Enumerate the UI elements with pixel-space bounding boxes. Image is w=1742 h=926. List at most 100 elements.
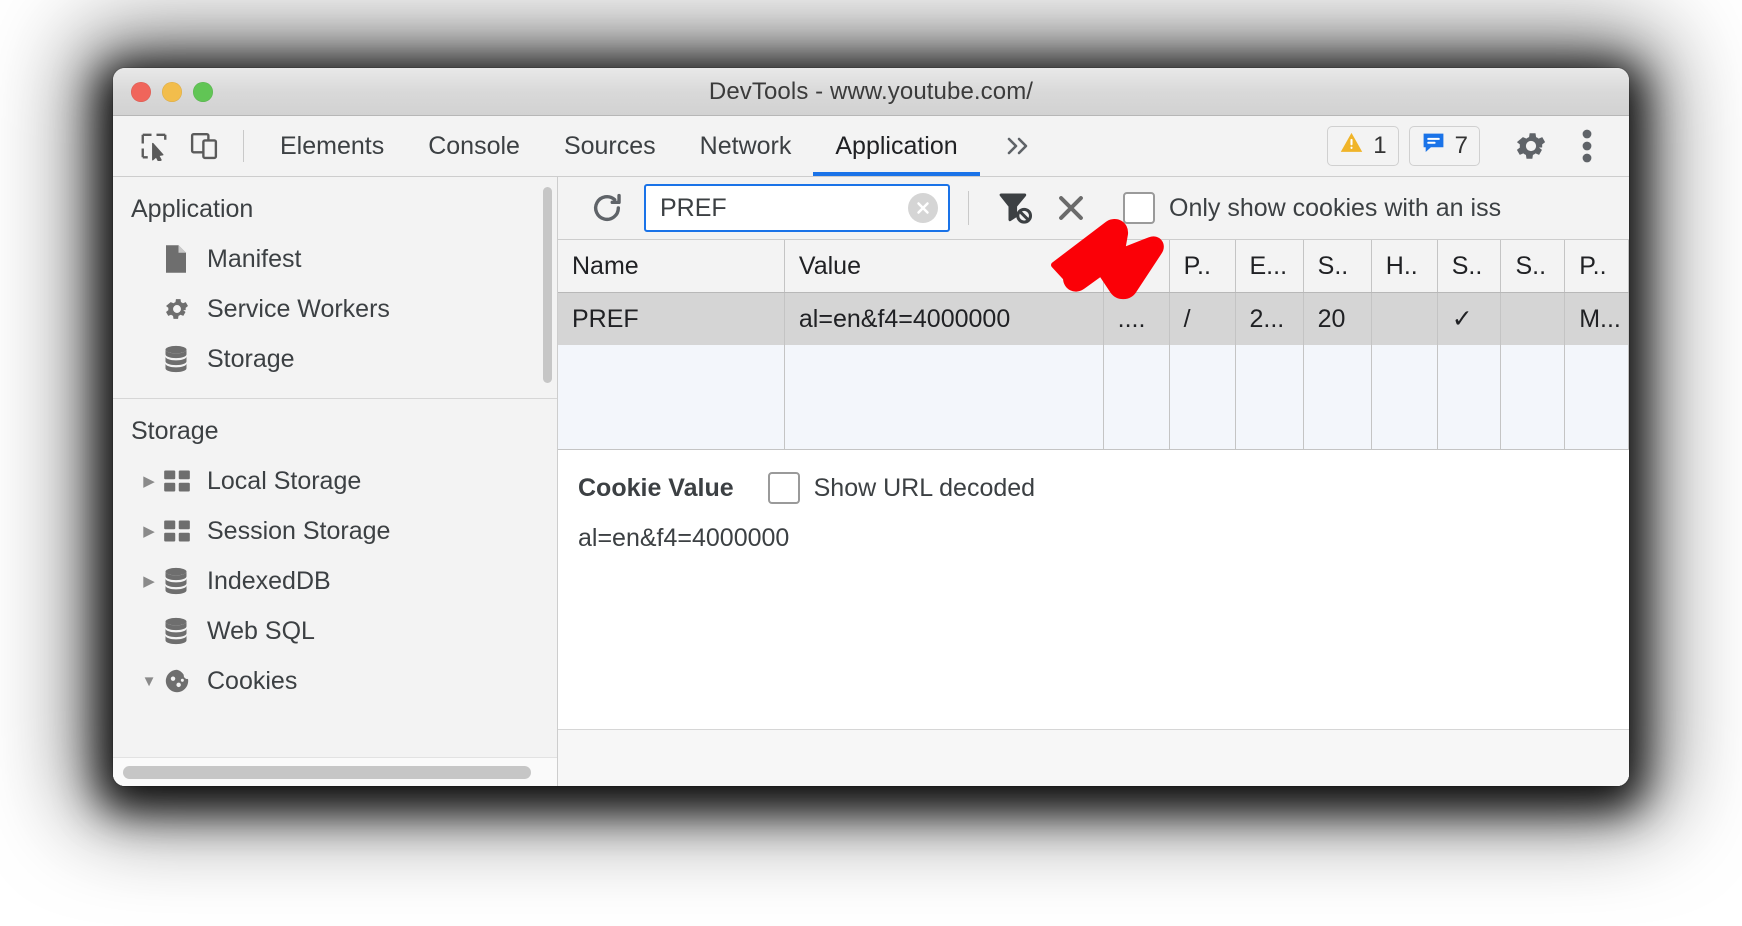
sidebar-item-service-workers[interactable]: ▶ Service Workers: [113, 284, 557, 334]
cell-secure: ✓: [1437, 292, 1502, 345]
expand-triangle-icon[interactable]: ▶: [135, 472, 163, 490]
sidebar-horizontal-scrollbar[interactable]: [123, 766, 531, 779]
sidebar-item-label: Web SQL: [207, 616, 315, 645]
sidebar-item-local-storage[interactable]: ▶ Local Storage: [113, 456, 557, 506]
sidebar-item-web-sql[interactable]: ▶ Web SQL: [113, 606, 557, 656]
sidebar-item-label: Cookies: [207, 666, 298, 695]
sidebar-item-cookies[interactable]: ▼ Cookies: [113, 656, 557, 706]
column-header-expires[interactable]: E...: [1235, 240, 1304, 293]
cookie-preview-pane: Cookie Value Show URL decoded al=en&f4=4…: [558, 450, 1629, 729]
column-header-priority[interactable]: P..: [1564, 240, 1629, 293]
sidebar-item-label: Service Workers: [207, 294, 390, 323]
sidebar-item-manifest[interactable]: ▶ Manifest: [113, 234, 557, 284]
window-title: DevTools - www.youtube.com/: [708, 77, 1034, 105]
search-input[interactable]: PREF: [644, 184, 950, 232]
table-header-row: Name Value D.. P.. E... S.. H.. S.. S.. …: [558, 240, 1629, 293]
checkbox-label: Show URL decoded: [813, 473, 1036, 502]
sidebar-section-title: Application: [131, 195, 254, 223]
table-grid-icon: [163, 519, 201, 543]
document-icon: [163, 244, 201, 274]
tab-elements[interactable]: Elements: [258, 116, 406, 176]
tab-application[interactable]: Application: [813, 116, 980, 176]
zoom-window-button[interactable]: [193, 81, 213, 102]
title-bar: DevTools - www.youtube.com/: [113, 68, 1629, 116]
column-header-httponly[interactable]: H..: [1371, 240, 1438, 293]
message-count: 7: [1454, 132, 1468, 159]
database-icon: [163, 567, 201, 595]
cell-samesite: [1500, 292, 1566, 345]
message-bubble-icon: [1421, 130, 1446, 162]
filter-divider: [968, 191, 969, 225]
cell-size: 20: [1303, 292, 1372, 345]
cell-name: PREF: [558, 292, 785, 345]
cell-httponly: [1371, 292, 1438, 345]
chevron-double-right-icon[interactable]: [980, 116, 1056, 176]
tab-network[interactable]: Network: [678, 116, 814, 176]
database-icon: [163, 345, 201, 373]
refresh-icon[interactable]: [580, 191, 634, 225]
cookies-filter-toolbar: PREF Only show cookies with an iss: [558, 177, 1629, 240]
panel-tabs: Elements Console Sources Network Applica…: [258, 116, 980, 176]
warning-count: 1: [1373, 132, 1387, 159]
minimize-window-button[interactable]: [162, 81, 182, 102]
traffic-light-buttons[interactable]: [131, 81, 213, 102]
search-input-value: PREF: [660, 193, 727, 222]
table-row[interactable]: PREF al=en&f4=4000000 .... / 2... 20 ✓ M…: [558, 292, 1629, 345]
application-sidebar: Application ▶ Manifest ▶: [113, 177, 558, 786]
checkbox-box[interactable]: [1123, 192, 1155, 224]
device-toolbar-icon[interactable]: [179, 116, 229, 176]
cookies-table: Name Value D.. P.. E... S.. H.. S.. S.. …: [558, 240, 1629, 450]
column-header-value[interactable]: Value: [784, 240, 1104, 293]
sidebar-item-indexeddb[interactable]: ▶ IndexedDB: [113, 556, 557, 606]
sidebar-section-application: Application ▶ Manifest ▶: [113, 177, 557, 384]
messages-badge[interactable]: 7: [1408, 126, 1480, 166]
table-row-empty: [558, 397, 1629, 449]
clear-filter-funnel-icon[interactable]: [987, 190, 1043, 226]
expand-triangle-icon[interactable]: ▶: [135, 572, 163, 590]
toolbar-right-group: 1 7: [1327, 116, 1629, 176]
checkbox-box[interactable]: [767, 472, 800, 504]
sidebar-section-title: Storage: [131, 417, 219, 445]
column-header-path[interactable]: P..: [1169, 240, 1236, 293]
cell-priority: M...: [1564, 292, 1629, 345]
collapse-triangle-icon[interactable]: ▼: [135, 673, 163, 690]
sidebar-item-label: Local Storage: [207, 466, 362, 495]
column-header-secure[interactable]: S..: [1437, 240, 1502, 293]
tab-label: Network: [699, 131, 792, 160]
clear-all-x-icon[interactable]: [1043, 191, 1099, 225]
column-header-size[interactable]: S..: [1303, 240, 1372, 293]
warnings-badge[interactable]: 1: [1327, 126, 1399, 166]
sidebar-item-storage[interactable]: ▶ Storage: [113, 334, 557, 384]
screenshot-root: DevTools - www.youtube.com/ Elements Con…: [0, 0, 1742, 926]
cookies-panel: PREF Only show cookies with an iss Name …: [558, 177, 1629, 786]
show-url-decoded-checkbox[interactable]: Show URL decoded: [767, 472, 1036, 504]
cookie-value-title: Cookie Value: [578, 473, 734, 502]
kebab-menu-icon[interactable]: [1559, 127, 1615, 165]
close-window-button[interactable]: [131, 81, 151, 102]
column-header-domain[interactable]: D..: [1103, 240, 1170, 293]
sidebar-item-label: IndexedDB: [207, 566, 331, 595]
cell-expires: 2...: [1235, 292, 1304, 345]
inspect-element-icon[interactable]: [129, 116, 179, 176]
tab-console[interactable]: Console: [406, 116, 542, 176]
tab-label: Elements: [280, 131, 385, 160]
database-icon: [163, 617, 201, 645]
column-header-name[interactable]: Name: [558, 240, 785, 293]
sidebar-item-session-storage[interactable]: ▶ Session Storage: [113, 506, 557, 556]
devtools-toolbar: Elements Console Sources Network Applica…: [113, 116, 1629, 177]
tab-label: Application: [835, 131, 958, 160]
checkbox-label: Only show cookies with an iss: [1169, 193, 1502, 222]
sidebar-section-storage: Storage ▶ Local Storage ▶ Session Storag…: [113, 399, 557, 706]
tab-sources[interactable]: Sources: [542, 116, 678, 176]
cell-path: /: [1169, 292, 1236, 345]
gear-icon[interactable]: [1503, 128, 1559, 164]
sidebar-item-label: Manifest: [207, 244, 302, 273]
expand-triangle-icon[interactable]: ▶: [135, 522, 163, 540]
panel-footer: [558, 729, 1629, 786]
cell-value: al=en&f4=4000000: [784, 292, 1104, 345]
sidebar-vertical-scrollbar[interactable]: [543, 187, 552, 383]
column-header-samesite[interactable]: S..: [1500, 240, 1566, 293]
clear-input-icon[interactable]: [908, 193, 938, 223]
devtools-body: Application ▶ Manifest ▶: [113, 177, 1629, 786]
only-issues-checkbox[interactable]: Only show cookies with an iss: [1123, 192, 1501, 224]
